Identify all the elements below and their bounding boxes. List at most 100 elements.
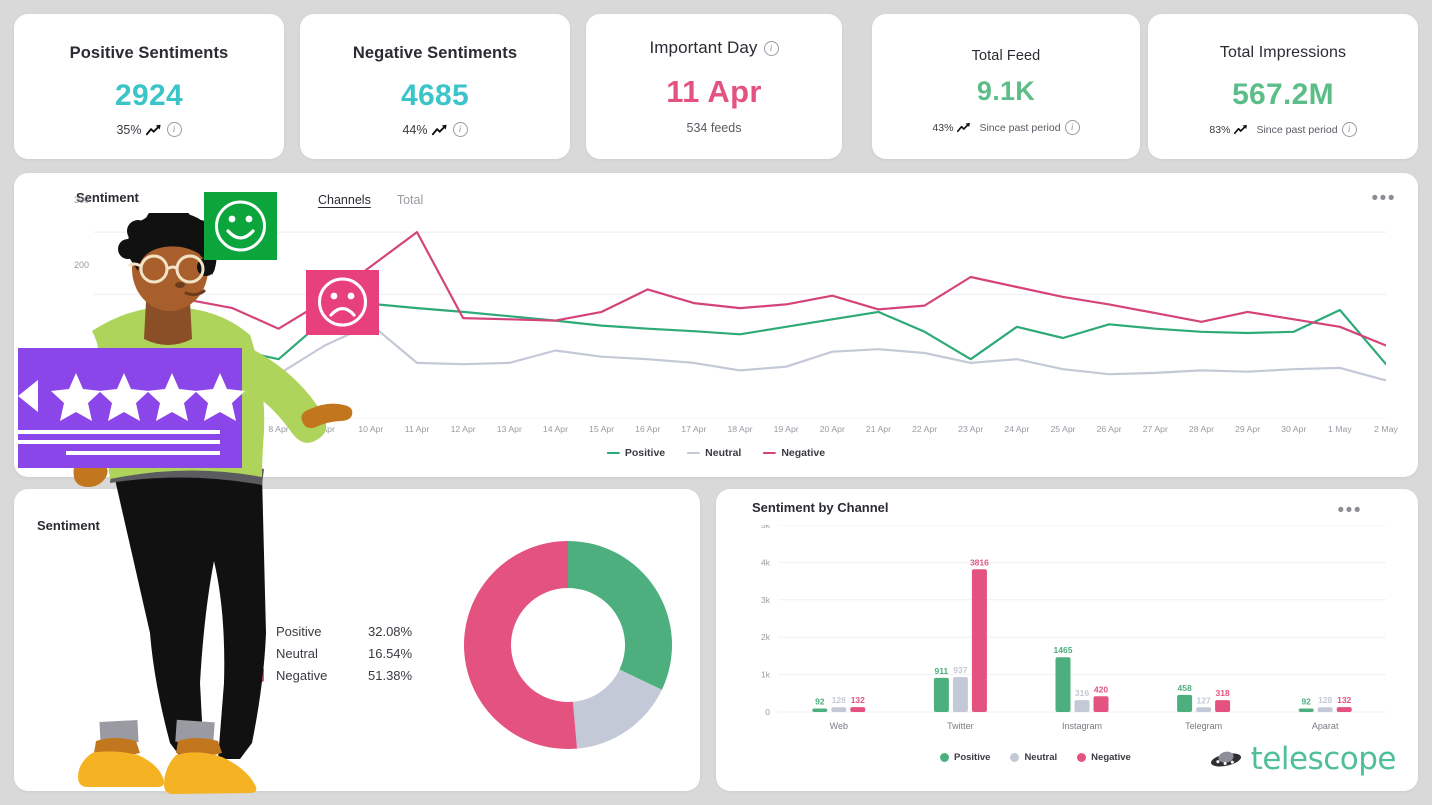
trend-up-icon xyxy=(432,124,449,136)
bar-telegram-negative[interactable] xyxy=(1215,700,1230,712)
donut-legend-row[interactable]: Negative51.38% xyxy=(250,664,412,686)
info-icon[interactable]: i xyxy=(167,122,182,137)
x-tick-label: 13 Apr xyxy=(497,424,522,434)
x-tick-label: 15 Apr xyxy=(589,424,614,434)
legend-label: Neutral xyxy=(705,447,741,459)
kpi-sub-text: Since past period xyxy=(1256,124,1337,136)
kpi-title: Important Day i xyxy=(649,38,778,58)
bar-web-neutral[interactable] xyxy=(831,707,846,712)
bar-telegram-positive[interactable] xyxy=(1177,695,1192,712)
donut-legend-row[interactable]: Positive32.08% xyxy=(250,620,412,642)
x-tick-label: 21 Apr xyxy=(866,424,891,434)
legend-item-neutral[interactable]: Neutral xyxy=(687,447,741,459)
legend-label: Neutral xyxy=(276,646,368,661)
legend-label: Positive xyxy=(954,752,990,763)
x-tick-label: 14 Apr xyxy=(543,424,568,434)
bar-y-tick: 1k xyxy=(761,670,771,680)
donut-chart-plot xyxy=(458,535,678,755)
y-tick-200: 200 xyxy=(74,260,89,270)
kpi-title: Positive Sentiments xyxy=(70,44,229,63)
bar-value-label: 128 xyxy=(832,695,846,705)
legend-label: Negative xyxy=(1091,752,1131,763)
x-tick-label: 18 Apr xyxy=(727,424,752,434)
bar-value-label: 316 xyxy=(1075,688,1089,698)
bar-legend-item-neutral[interactable]: Neutral xyxy=(1010,752,1057,763)
bar-twitter-negative[interactable] xyxy=(972,569,987,712)
bar-category-label: Telegram xyxy=(1185,721,1222,731)
legend-item-positive[interactable]: Positive xyxy=(607,447,665,459)
tab-total[interactable]: Total xyxy=(397,193,423,207)
kpi-title: Total Feed xyxy=(972,48,1041,64)
kpi-value: 11 Apr xyxy=(666,74,761,110)
x-tick-label: 2 May xyxy=(1374,424,1398,434)
bar-value-label: 911 xyxy=(935,666,949,676)
legend-label: Neutral xyxy=(1024,752,1057,763)
x-tick-label: 9 Apr xyxy=(315,424,335,434)
x-tick-label: 8 Apr xyxy=(268,424,288,434)
legend-swatch xyxy=(607,452,620,455)
bar-aparat-negative[interactable] xyxy=(1337,707,1352,712)
legend-swatch xyxy=(763,452,776,455)
x-tick-label: 28 Apr xyxy=(1189,424,1214,434)
legend-label: Negative xyxy=(781,447,825,459)
bar-legend-item-negative[interactable]: Negative xyxy=(1077,752,1131,763)
bar-twitter-neutral[interactable] xyxy=(953,677,968,712)
x-tick-label: 24 Apr xyxy=(1004,424,1029,434)
bar-value-label: 127 xyxy=(1197,695,1211,705)
legend-value: 32.08% xyxy=(368,624,412,639)
bar-instagram-neutral[interactable] xyxy=(1075,700,1090,712)
bar-instagram-negative[interactable] xyxy=(1094,696,1109,712)
x-tick-label: 25 Apr xyxy=(1050,424,1075,434)
bar-value-label: 420 xyxy=(1094,684,1108,694)
legend-item-negative[interactable]: Negative xyxy=(763,447,825,459)
x-tick-label: 23 Apr xyxy=(958,424,983,434)
x-tick-label: 26 Apr xyxy=(1097,424,1122,434)
x-tick-label: 1 May xyxy=(1328,424,1352,434)
bar-value-label: 458 xyxy=(1178,683,1192,693)
telescope-logo: telescope xyxy=(1208,741,1396,777)
bar-chart-menu-icon[interactable]: ••• xyxy=(1338,501,1362,520)
bar-legend-item-positive[interactable]: Positive xyxy=(940,752,990,763)
bar-category-label: Twitter xyxy=(947,721,974,731)
bar-chart-legend: Positive Neutral Negative xyxy=(940,752,1131,763)
bar-aparat-neutral[interactable] xyxy=(1318,707,1333,712)
kpi-card-total-feed: Total Feed 9.1K 43% Since past period i xyxy=(872,14,1140,159)
info-icon[interactable]: i xyxy=(453,122,468,137)
bar-value-label: 937 xyxy=(953,665,967,675)
info-icon[interactable]: i xyxy=(764,41,779,56)
kpi-title-text: Negative Sentiments xyxy=(353,44,517,63)
bar-instagram-positive[interactable] xyxy=(1056,657,1071,712)
info-icon[interactable]: i xyxy=(1342,122,1357,137)
kpi-percent: 83% xyxy=(1209,124,1230,136)
tab-channels[interactable]: Channels xyxy=(318,193,371,207)
bar-aparat-positive[interactable] xyxy=(1299,709,1314,712)
x-tick-label: 7 Apr xyxy=(222,424,242,434)
bar-telegram-neutral[interactable] xyxy=(1196,707,1211,712)
x-tick-label: 20 Apr xyxy=(820,424,845,434)
kpi-title-text: Total Impressions xyxy=(1220,44,1346,62)
bar-value-label: 1465 xyxy=(1054,645,1073,655)
kpi-title-text: Positive Sentiments xyxy=(70,44,229,63)
bar-twitter-positive[interactable] xyxy=(934,678,949,712)
donut-legend-row[interactable]: Neutral16.54% xyxy=(250,642,412,664)
x-tick-label: 6 Apr xyxy=(176,424,196,434)
kpi-title-text: Total Feed xyxy=(972,48,1041,64)
kpi-subtext: 44% i xyxy=(402,122,467,137)
kpi-card-negative-sentiments: Negative Sentiments 4685 44% i xyxy=(300,14,570,159)
donut-card-title: Sentiment xyxy=(37,518,100,533)
bar-value-label: 128 xyxy=(1318,695,1332,705)
x-tick-label: 16 Apr xyxy=(635,424,660,434)
bar-web-positive[interactable] xyxy=(812,709,827,712)
kpi-subtext: 83% Since past period i xyxy=(1209,122,1356,137)
donut-slice-positive[interactable] xyxy=(568,541,672,690)
legend-swatch xyxy=(1010,753,1019,762)
line-chart-tabs: Channels Total xyxy=(318,193,423,207)
legend-swatch xyxy=(1077,753,1086,762)
trend-up-icon xyxy=(146,124,163,136)
trend-up-icon xyxy=(957,122,972,133)
kpi-title: Negative Sentiments xyxy=(353,44,517,63)
bar-web-negative[interactable] xyxy=(850,707,865,712)
info-icon[interactable]: i xyxy=(1065,120,1080,135)
donut-slice-negative[interactable] xyxy=(464,541,577,749)
bar-y-tick: 5k xyxy=(761,525,771,530)
